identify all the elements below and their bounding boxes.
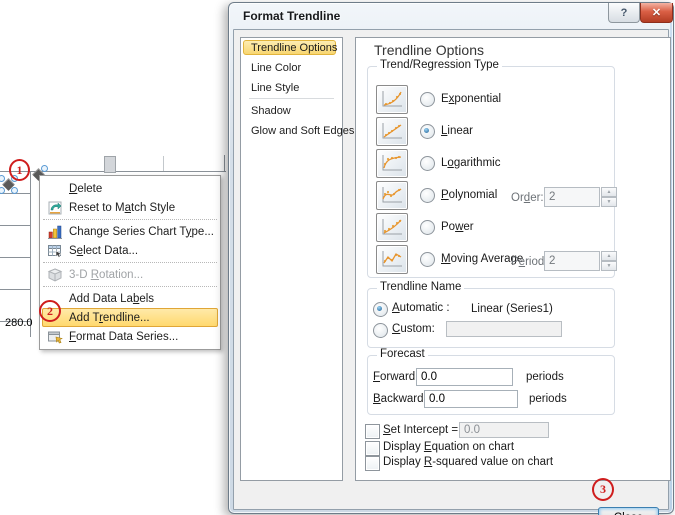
dialog-title: Format Trendline — [243, 9, 341, 23]
automatic-name-value: Linear (Series1) — [471, 303, 553, 315]
selection-handle[interactable] — [41, 165, 48, 172]
period-spinner: ▲ ▼ — [544, 251, 617, 271]
nav-item-line-style[interactable]: Line Style — [251, 82, 299, 94]
nav-item-trendline-options[interactable]: Trendline Options — [243, 40, 337, 55]
set-intercept-checkbox[interactable] — [365, 424, 380, 439]
nav-item-glow-and-soft-edges[interactable]: Glow and Soft Edges — [251, 125, 354, 137]
logarithmic-trend-icon[interactable] — [376, 148, 408, 178]
annotation-step-2: 2 — [39, 300, 61, 322]
screen: 280.0 Delete Reset to Match Style Change… — [0, 0, 675, 515]
chart-sizing-handle[interactable] — [104, 156, 116, 173]
display-r-squared-checkbox[interactable] — [365, 456, 380, 471]
menu-separator — [43, 286, 217, 287]
menu-item-3d-rotation: 3-D Rotation... — [41, 265, 219, 284]
order-spinner: ▲ ▼ — [544, 187, 617, 207]
trendline-name-group: Trendline Name Automatic : Linear (Serie… — [367, 281, 615, 348]
radio-automatic-name[interactable] — [373, 302, 388, 317]
menu-separator — [43, 262, 217, 263]
backward-periods-input[interactable] — [424, 390, 518, 408]
annotation-step-1: 1 — [9, 159, 30, 181]
radio-moving-average[interactable] — [420, 251, 435, 267]
annotation-step-3: 3 — [592, 478, 614, 501]
dialog-close-icon[interactable]: ✕ — [640, 3, 673, 23]
spinner-down-icon: ▼ — [601, 261, 617, 271]
radio-logarithmic[interactable] — [420, 155, 435, 171]
backward-label: Backward: — [373, 393, 427, 405]
forward-unit-label: periods — [526, 371, 564, 383]
dialog-body: Trendline Options Line Color Line Style … — [233, 29, 671, 515]
group-title: Forecast — [377, 348, 428, 360]
chart-tick-mark — [163, 156, 164, 171]
group-title: Trend/Regression Type — [377, 59, 502, 71]
radio-exponential[interactable] — [420, 91, 435, 107]
reset-match-style-icon — [41, 200, 69, 216]
spinner-up-icon: ▲ — [601, 187, 617, 197]
nav-item-line-color[interactable]: Line Color — [251, 62, 301, 74]
panel-header: Trendline Options — [374, 42, 484, 58]
nav-separator — [249, 98, 334, 99]
format-data-series-icon — [41, 329, 69, 345]
spinner-up-icon: ▲ — [601, 251, 617, 261]
backward-unit-label: periods — [529, 393, 567, 405]
radio-power[interactable] — [420, 219, 435, 235]
automatic-name-label[interactable]: Automatic : — [392, 302, 450, 314]
selection-handle[interactable] — [11, 187, 18, 194]
chart-gridline — [0, 225, 31, 226]
menu-separator — [43, 219, 217, 220]
menu-item-delete[interactable]: Delete — [41, 179, 219, 198]
dialog-help-button[interactable]: ? — [608, 3, 640, 23]
trend-regression-type-group: Trend/Regression Type Exponential Linear… — [367, 59, 617, 278]
option-row-polynomial[interactable]: Polynomial — [376, 180, 497, 210]
select-data-icon — [41, 243, 69, 259]
menu-item-change-series-chart-type[interactable]: Change Series Chart Type... — [41, 222, 219, 241]
menu-item-reset-to-match-style[interactable]: Reset to Match Style — [41, 198, 219, 217]
forecast-group: Forecast Forward: periods Backward: peri… — [367, 348, 615, 415]
period-label: Period: — [511, 256, 548, 268]
set-intercept-input — [459, 422, 549, 438]
chart-gridline — [0, 289, 31, 290]
menu-item-format-data-series[interactable]: Format Data Series... — [41, 327, 219, 346]
close-button[interactable]: Close — [598, 507, 659, 515]
power-trend-icon[interactable] — [376, 212, 408, 242]
option-row-power[interactable]: Power — [376, 212, 474, 242]
display-equation-checkbox[interactable] — [365, 441, 380, 456]
context-menu: Delete Reset to Match Style Change Serie… — [39, 175, 221, 350]
trendline-options-panel: Trendline Options Trend/Regression Type … — [355, 37, 671, 481]
format-trendline-dialog: Format Trendline ? ✕ Trendline Options L… — [228, 2, 674, 515]
set-intercept-label[interactable]: Set Intercept = — [383, 424, 458, 436]
group-title: Trendline Name — [377, 281, 465, 293]
nav-item-shadow[interactable]: Shadow — [251, 105, 291, 117]
menu-item-select-data[interactable]: Select Data... — [41, 241, 219, 260]
linear-trend-icon[interactable] — [376, 116, 408, 146]
custom-name-label[interactable]: Custom: — [392, 323, 435, 335]
option-row-logarithmic[interactable]: Logarithmic — [376, 148, 500, 178]
custom-name-input — [446, 321, 562, 337]
display-r-squared-label[interactable]: Display R-squared value on chart — [383, 456, 553, 468]
chart-plot-border — [224, 155, 225, 172]
polynomial-trend-icon[interactable] — [376, 180, 408, 210]
forward-label: Forward: — [373, 371, 419, 383]
moving-average-trend-icon[interactable] — [376, 244, 408, 274]
option-row-moving-average[interactable]: Moving Average — [376, 244, 523, 274]
axis-tick-label: 280.0 — [5, 317, 33, 329]
menu-item-add-data-labels[interactable]: Add Data Labels — [41, 289, 219, 308]
option-row-exponential[interactable]: Exponential — [376, 84, 501, 114]
radio-linear[interactable] — [420, 123, 435, 139]
period-input — [544, 251, 600, 271]
dialog-nav-list: Trendline Options Line Color Line Style … — [240, 37, 354, 481]
option-row-linear[interactable]: Linear — [376, 116, 473, 146]
order-input — [544, 187, 600, 207]
radio-polynomial[interactable] — [420, 187, 435, 203]
3d-rotation-icon — [41, 267, 69, 283]
forward-periods-input[interactable] — [416, 368, 513, 386]
radio-custom-name[interactable] — [373, 323, 388, 338]
change-chart-type-icon — [41, 224, 69, 240]
order-label: Order: — [511, 192, 544, 204]
exponential-trend-icon[interactable] — [376, 84, 408, 114]
spinner-down-icon: ▼ — [601, 197, 617, 207]
chart-gridline — [0, 257, 31, 258]
menu-item-add-trendline[interactable]: Add Trendline... — [42, 308, 218, 327]
display-equation-label[interactable]: Display Equation on chart — [383, 441, 514, 453]
chart-plot-border — [30, 171, 31, 337]
